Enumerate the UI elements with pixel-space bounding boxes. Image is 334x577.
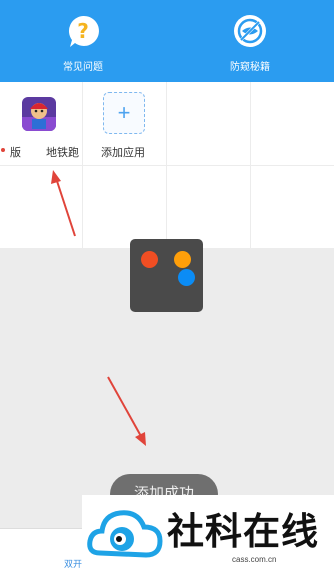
add-app-label: 添加应用 (101, 147, 145, 159)
anti-peek-entry[interactable]: 防窥秘籍 (200, 14, 300, 73)
orange-dot-icon (174, 251, 191, 268)
no-peek-icon (234, 15, 266, 47)
cloud-eye-logo-icon (87, 510, 163, 558)
red-dot-icon (141, 251, 158, 268)
faq-entry[interactable]: ? 常见问题 (33, 14, 133, 73)
app-cell-subway[interactable]: 地铁跑 (0, 82, 82, 165)
watermark-brand: 社科在线 (167, 510, 319, 553)
blue-dot-icon (178, 269, 195, 286)
plus-icon: + (117, 100, 131, 125)
app-grid: 版 地铁跑 + 添加应用 (0, 82, 334, 248)
svg-text:?: ? (77, 19, 89, 43)
add-app-cell[interactable]: + 添加应用 (83, 82, 166, 165)
question-bubble-icon: ? (68, 15, 99, 47)
watermark-url: cass.com.cn (232, 555, 277, 564)
top-header: ? 常见问题 防窥秘籍 (0, 0, 334, 82)
grid-divider (0, 165, 334, 166)
add-app-button[interactable]: + (103, 92, 145, 134)
app-label-subway: 地铁跑 (46, 147, 79, 159)
loading-indicator (130, 239, 203, 312)
site-watermark: 社科在线 cass.com.cn (82, 495, 334, 576)
anti-peek-label: 防窥秘籍 (230, 62, 270, 73)
faq-label: 常见问题 (63, 62, 103, 73)
